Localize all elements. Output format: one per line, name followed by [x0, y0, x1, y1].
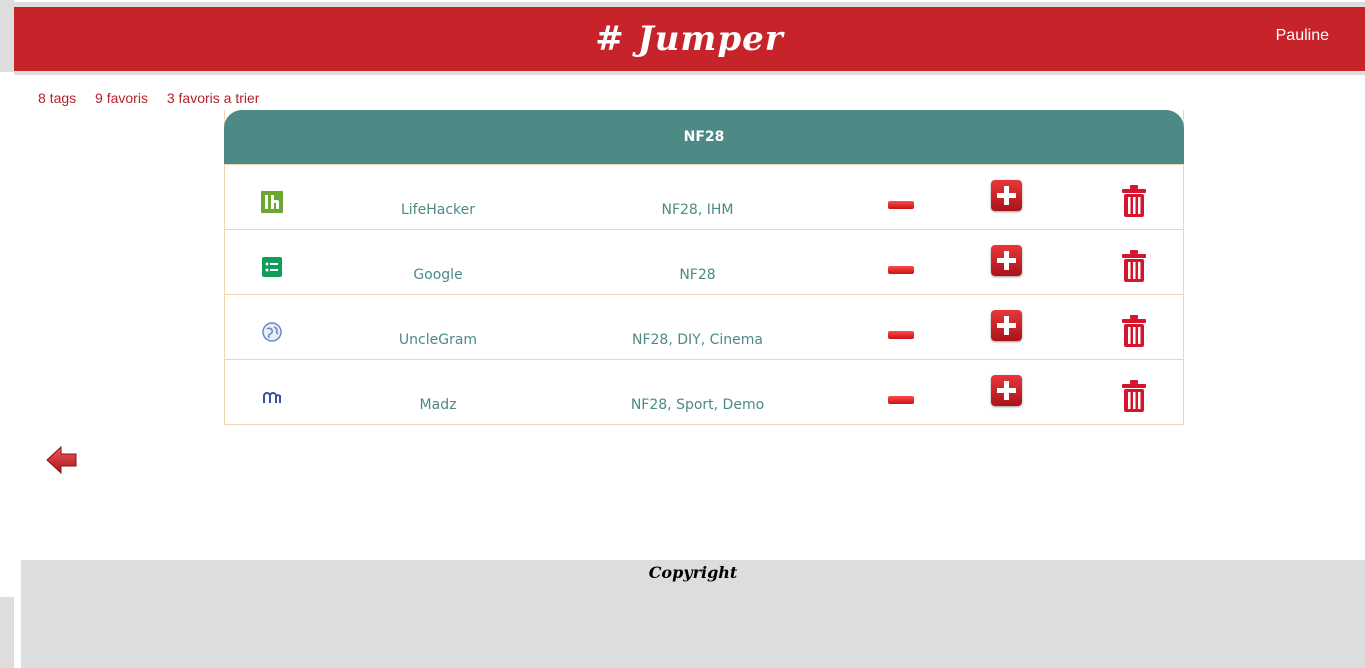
header: # Jumper Pauline	[14, 7, 1365, 71]
app-logo[interactable]: # Jumper	[14, 19, 1365, 59]
stats-bar: 8 tags 9 favoris 3 favoris a trier	[38, 90, 274, 106]
trash-icon[interactable]	[1122, 315, 1146, 347]
add-tag-button[interactable]	[991, 375, 1022, 406]
remove-tag-button[interactable]	[888, 201, 914, 209]
favorite-tags: NF28, Sport, Demo	[630, 397, 765, 413]
back-arrow-icon[interactable]	[46, 445, 78, 475]
favorite-name[interactable]: Madz	[338, 397, 538, 413]
page: # Jumper Pauline 8 tags 9 favoris 3 favo…	[0, 0, 1365, 668]
left-bar	[0, 0, 14, 72]
header-divider	[14, 71, 1365, 75]
table-row: Google NF28	[225, 229, 1183, 294]
lifehacker-icon	[261, 191, 283, 213]
add-tag-button[interactable]	[991, 310, 1022, 341]
add-tag-button[interactable]	[991, 245, 1022, 276]
tags-count-link[interactable]: 8 tags	[38, 90, 76, 106]
trash-icon[interactable]	[1122, 185, 1146, 217]
tag-panel: NF28 LifeHacker NF28, IHM Google NF28 Un…	[224, 110, 1184, 425]
add-tag-button[interactable]	[991, 180, 1022, 211]
favorite-name[interactable]: Google	[338, 267, 538, 283]
remove-tag-button[interactable]	[888, 331, 914, 339]
globe-icon	[262, 322, 282, 342]
table-row: UncleGram NF28, DIY, Cinema	[225, 294, 1183, 359]
favorite-tags: NF28, IHM	[661, 202, 734, 218]
user-name[interactable]: Pauline	[1276, 27, 1329, 45]
to-sort-link[interactable]: 3 favoris a trier	[167, 90, 260, 106]
favorite-tags: NF28	[679, 267, 716, 283]
footer: Copyright	[21, 560, 1365, 668]
left-bar-bottom	[0, 597, 14, 668]
madz-icon	[263, 392, 281, 403]
favorite-tags: NF28, DIY, Cinema	[632, 332, 763, 348]
favoris-count-link[interactable]: 9 favoris	[95, 90, 148, 106]
remove-tag-button[interactable]	[888, 396, 914, 404]
table-row: LifeHacker NF28, IHM	[225, 164, 1183, 229]
favorite-name[interactable]: LifeHacker	[338, 202, 538, 218]
top-line	[0, 0, 1365, 7]
trash-icon[interactable]	[1122, 380, 1146, 412]
panel-title: NF28	[224, 110, 1184, 164]
remove-tag-button[interactable]	[888, 266, 914, 274]
trash-icon[interactable]	[1122, 250, 1146, 282]
google-forms-icon	[262, 257, 282, 277]
copyright-text: Copyright	[648, 563, 738, 582]
table-row: Madz NF28, Sport, Demo	[225, 359, 1183, 424]
favorite-name[interactable]: UncleGram	[338, 332, 538, 348]
